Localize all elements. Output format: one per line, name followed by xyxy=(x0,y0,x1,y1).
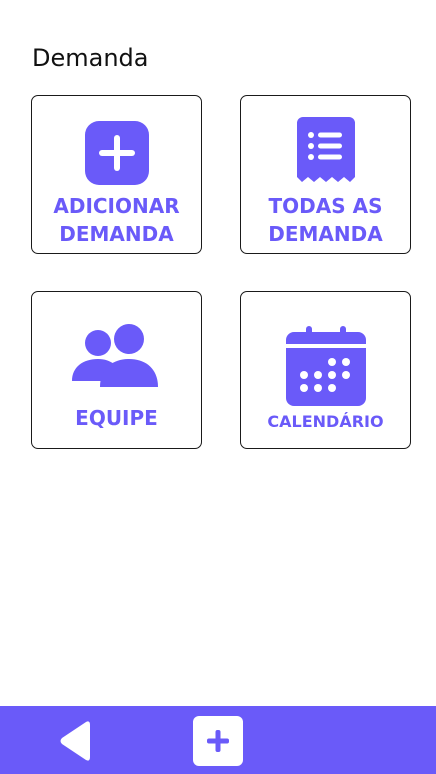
add-demand-label-line-2: DEMANDA xyxy=(59,222,174,246)
page-title: Demanda xyxy=(32,44,149,72)
add-demand-label-line-1: ADICIONAR xyxy=(53,194,180,218)
bottom-nav-bar xyxy=(0,706,436,774)
back-triangle-icon xyxy=(60,721,90,761)
receipt-list-icon xyxy=(297,117,355,182)
all-demands-button[interactable]: TODAS AS DEMANDA xyxy=(240,95,411,254)
add-demand-button[interactable]: ADICIONAR DEMANDA xyxy=(31,95,202,254)
team-users-icon xyxy=(72,324,158,387)
all-demands-label: TODAS AS DEMANDA xyxy=(241,192,410,248)
calendar-button[interactable]: CALENDÁRIO xyxy=(240,291,411,449)
calendar-icon xyxy=(286,326,366,406)
all-demands-label-line-1: TODAS AS xyxy=(268,194,383,218)
calendar-label-line-1: CALENDÁRIO xyxy=(267,412,384,431)
add-demand-label: ADICIONAR DEMANDA xyxy=(32,192,201,248)
team-label-line-1: EQUIPE xyxy=(75,406,158,430)
plus-icon xyxy=(207,730,229,752)
add-button[interactable] xyxy=(193,716,243,766)
all-demands-label-line-2: DEMANDA xyxy=(268,222,383,246)
calendar-label: CALENDÁRIO xyxy=(241,408,410,436)
add-square-icon xyxy=(85,121,149,185)
team-button[interactable]: EQUIPE xyxy=(31,291,202,449)
team-label: EQUIPE xyxy=(32,404,201,432)
back-button[interactable] xyxy=(58,720,94,762)
